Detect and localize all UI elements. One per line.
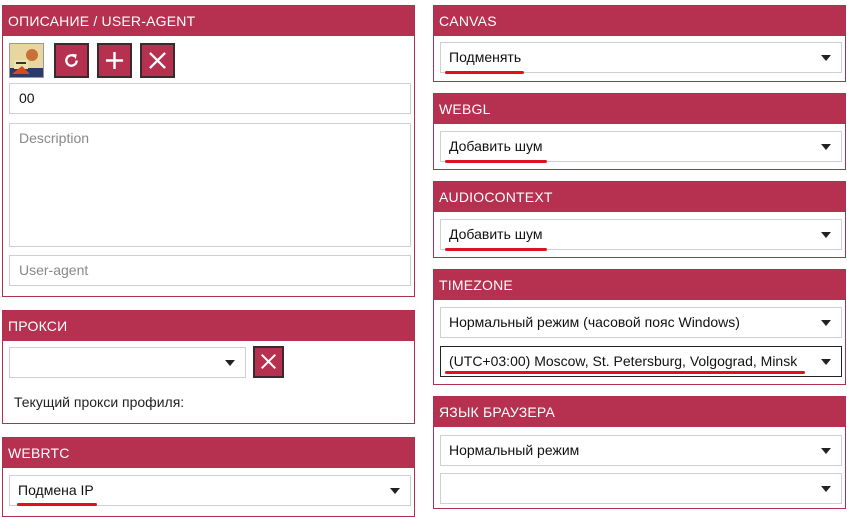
highlight-underline <box>445 160 547 163</box>
webrtc-select-value: Подмена IP <box>18 482 94 498</box>
audiocontext-panel-title: AUDIOCONTEXT <box>434 182 845 212</box>
chevron-down-icon <box>821 232 831 238</box>
current-proxy-label: Текущий прокси профиля: <box>14 394 185 410</box>
webrtc-panel: WEBRTC Подмена IP <box>2 437 415 517</box>
avatar[interactable] <box>9 43 44 78</box>
chevron-down-icon <box>821 448 831 454</box>
proxy-panel-title: ПРОКСИ <box>3 311 414 341</box>
webgl-panel-title: WEBGL <box>434 94 845 124</box>
description-placeholder: Description <box>19 130 90 146</box>
chevron-down-icon <box>821 55 831 61</box>
canvas-panel: CANVAS Подменять <box>433 5 846 82</box>
browser-language-panel: ЯЗЫК БРАУЗЕРА Нормальный режим <box>433 396 846 509</box>
language-mode-value: Нормальный режим <box>449 442 580 458</box>
name-field[interactable]: 00 <box>9 83 411 114</box>
chevron-down-icon <box>821 320 831 326</box>
audiocontext-panel: AUDIOCONTEXT Добавить шум <box>433 181 846 258</box>
highlight-underline <box>445 248 547 251</box>
language-select[interactable] <box>440 473 842 504</box>
delete-button[interactable] <box>140 43 175 78</box>
webgl-panel: WEBGL Добавить шум <box>433 93 846 170</box>
description-field[interactable]: Description <box>9 123 411 247</box>
chevron-down-icon <box>821 144 831 150</box>
proxy-panel: ПРОКСИ Текущий прокси профиля: <box>2 310 415 424</box>
language-mode-select[interactable]: Нормальный режим <box>440 435 842 466</box>
user-agent-field[interactable]: User-agent <box>9 255 411 286</box>
audiocontext-select[interactable]: Добавить шум <box>440 219 842 250</box>
name-field-value: 00 <box>19 90 35 106</box>
chevron-down-icon <box>821 359 831 365</box>
add-button[interactable] <box>97 43 132 78</box>
chevron-down-icon <box>225 360 235 366</box>
description-panel-title: ОПИСАНИЕ / USER-AGENT <box>3 6 414 36</box>
highlight-underline <box>445 371 805 374</box>
webrtc-panel-title: WEBRTC <box>3 438 414 468</box>
chevron-down-icon <box>390 488 400 494</box>
browser-language-panel-title: ЯЗЫК БРАУЗЕРА <box>434 397 845 427</box>
user-agent-placeholder: User-agent <box>19 262 89 278</box>
webrtc-select[interactable]: Подмена IP <box>9 475 411 506</box>
clear-proxy-button[interactable] <box>253 346 284 378</box>
timezone-mode-value: Нормальный режим (часовой пояс Windows) <box>449 314 740 330</box>
proxy-select[interactable] <box>9 347 246 378</box>
timezone-mode-select[interactable]: Нормальный режим (часовой пояс Windows) <box>440 307 842 338</box>
refresh-icon <box>65 53 78 67</box>
audiocontext-select-value: Добавить шум <box>449 226 543 242</box>
timezone-panel-title: TIMEZONE <box>434 270 845 300</box>
refresh-button[interactable] <box>54 43 89 78</box>
plus-icon <box>105 51 124 70</box>
close-icon <box>149 52 166 69</box>
timezone-panel: TIMEZONE Нормальный режим (часовой пояс … <box>433 269 846 385</box>
chevron-down-icon <box>821 486 831 492</box>
description-panel: ОПИСАНИЕ / USER-AGENT 00 Description Use… <box>2 5 415 297</box>
webgl-select[interactable]: Добавить шум <box>440 131 842 162</box>
canvas-select-value: Подменять <box>449 49 522 65</box>
highlight-underline <box>445 71 524 74</box>
close-icon <box>260 353 277 370</box>
canvas-select[interactable]: Подменять <box>440 42 842 73</box>
canvas-panel-title: CANVAS <box>434 6 845 36</box>
webgl-select-value: Добавить шум <box>449 138 543 154</box>
highlight-underline <box>17 503 97 506</box>
